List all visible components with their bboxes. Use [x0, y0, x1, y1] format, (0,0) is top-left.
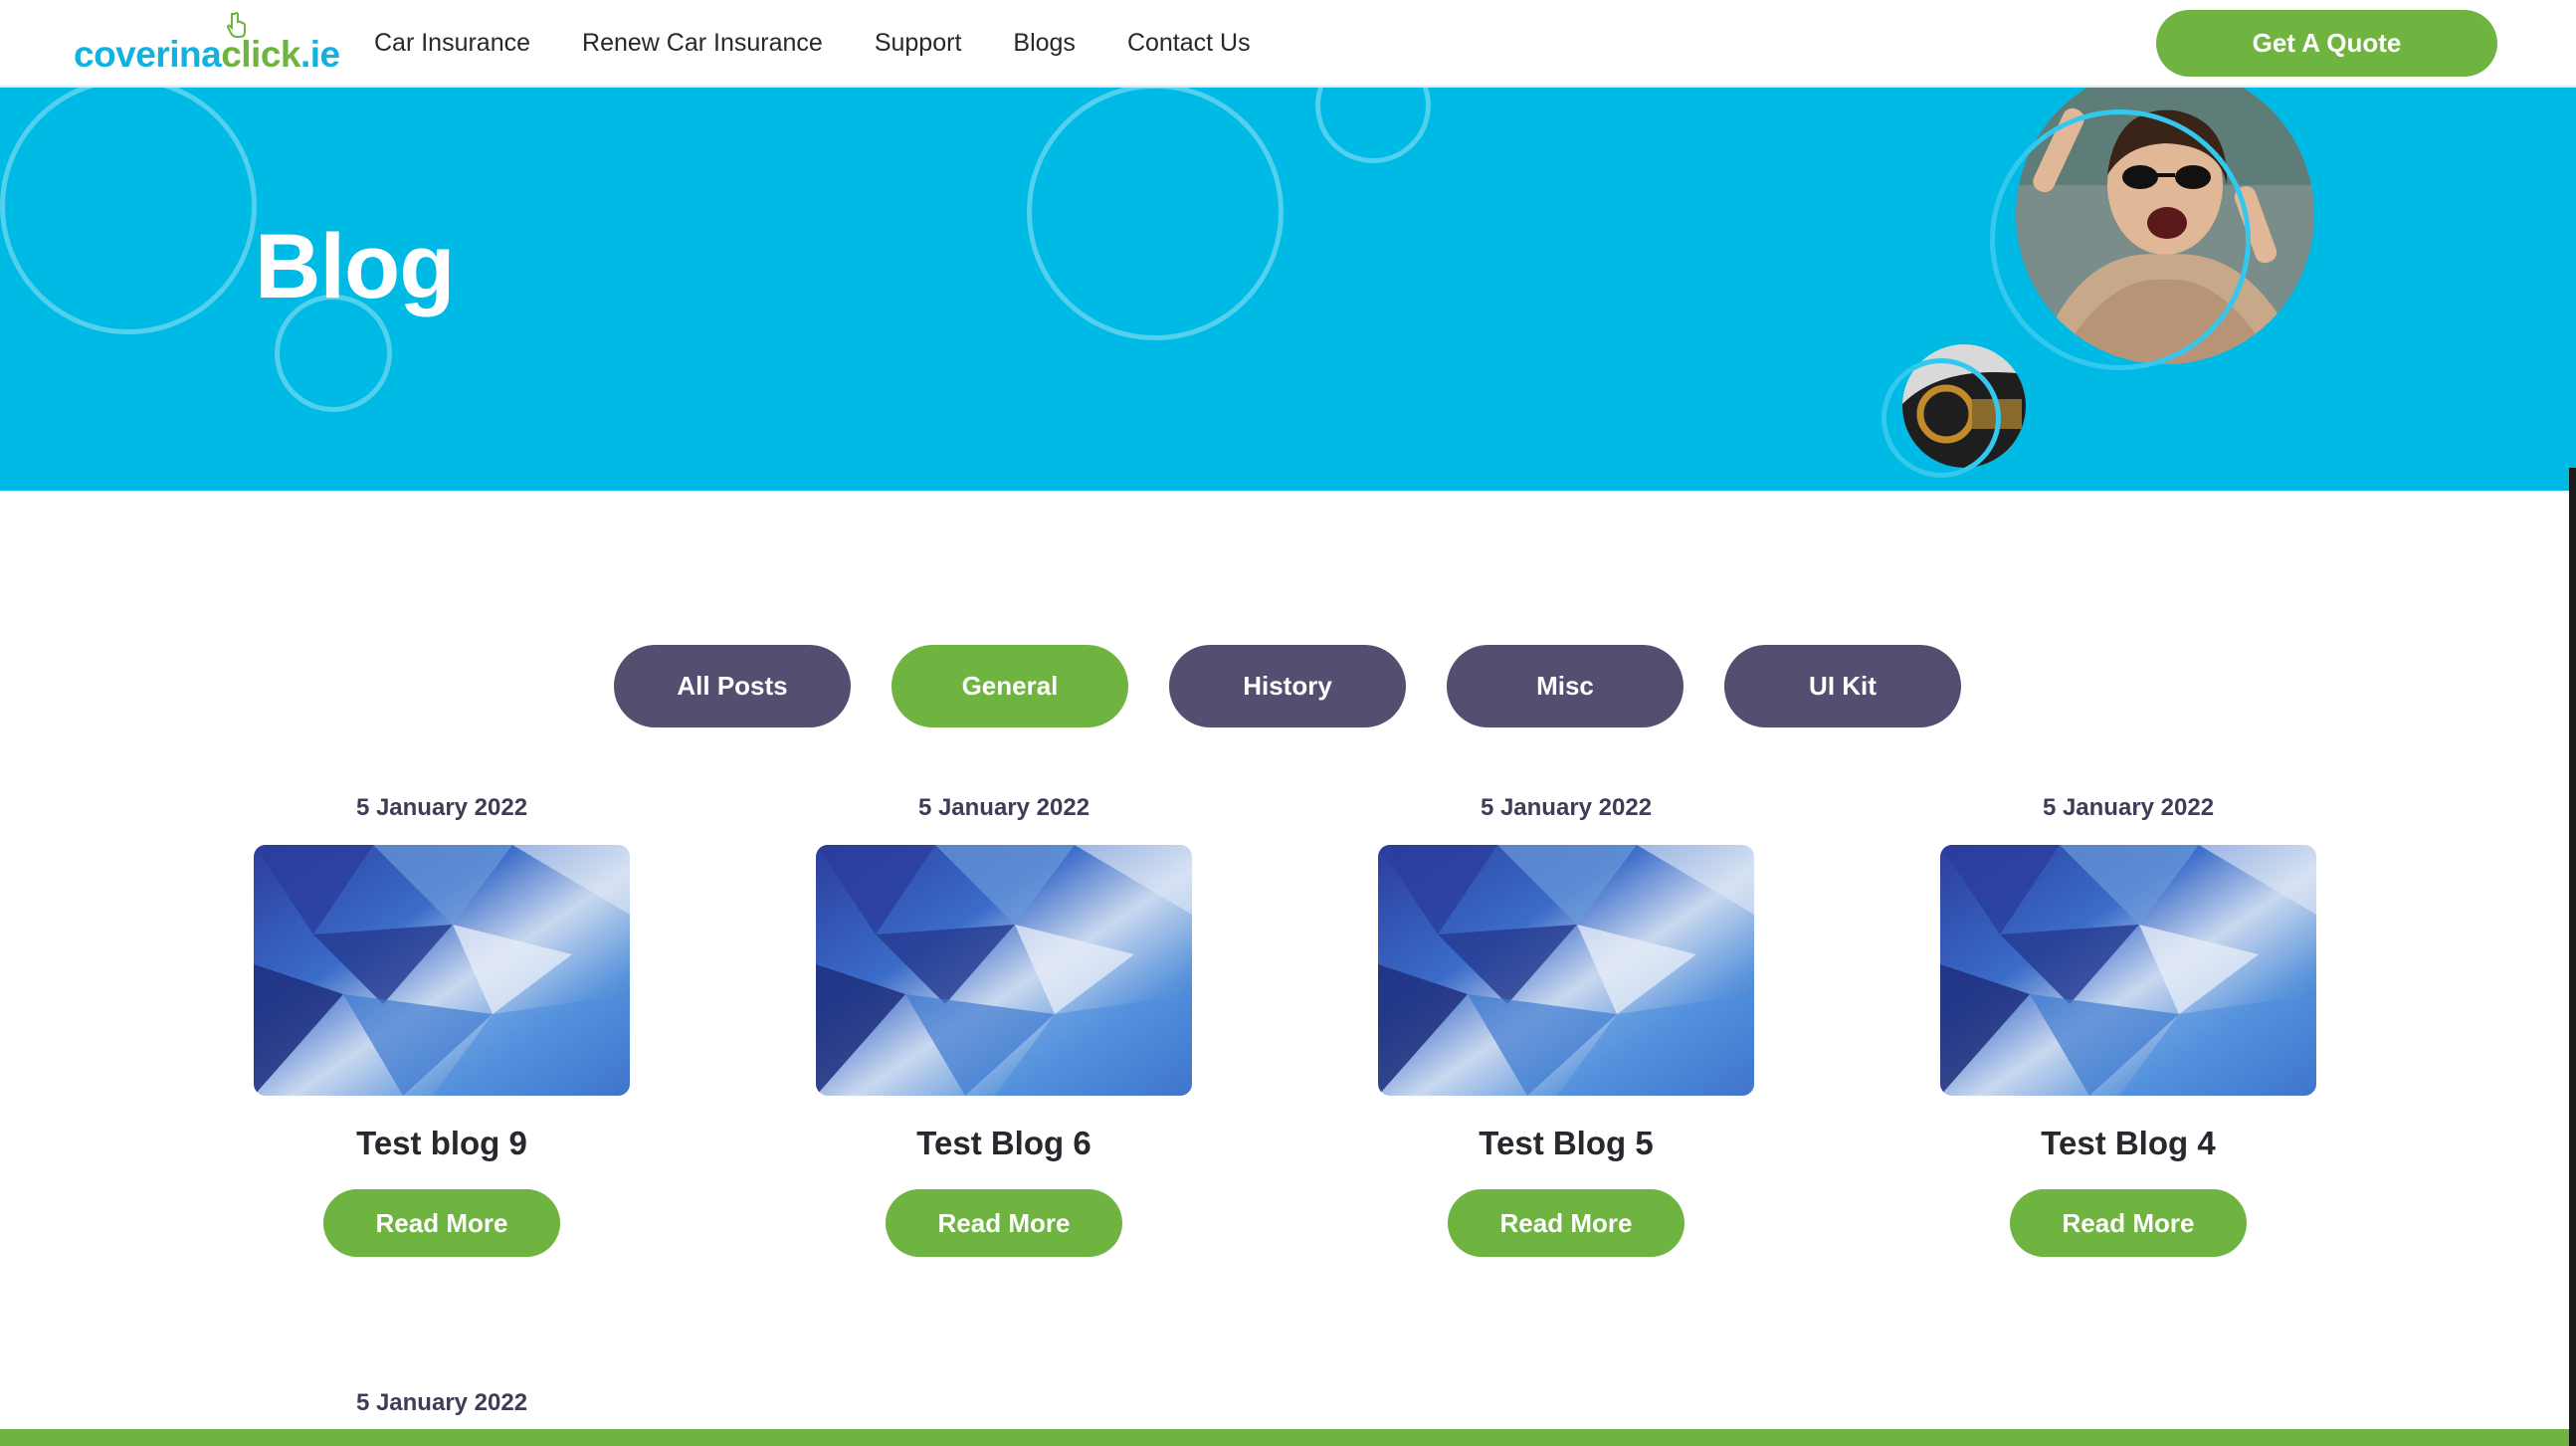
filter-all-posts[interactable]: All Posts [614, 645, 851, 727]
logo-text-coverina: coverina [74, 34, 222, 75]
post-title[interactable]: Test Blog 5 [1377, 1120, 1755, 1167]
blog-post-card: 5 January 2022 Test Blog 4 Read More [1939, 791, 2317, 1257]
logo-text-click: click [221, 34, 300, 75]
nav-link-contact-us[interactable]: Contact Us [1127, 29, 1251, 58]
category-filters: All Posts General History Misc UI Kit [614, 645, 1961, 727]
post-date: 5 January 2022 [355, 794, 528, 821]
logo-text-domain: .ie [300, 34, 340, 75]
scrollbar-edge [2569, 468, 2576, 1446]
top-navbar: coverina click .ie Car Insurance Renew Car… [0, 0, 2576, 88]
post-thumbnail[interactable] [254, 845, 630, 1096]
post-title[interactable]: Test Blog 4 [1939, 1120, 2317, 1167]
page-title: Blog [255, 216, 455, 317]
post-thumbnail[interactable] [816, 845, 1192, 1096]
blog-hero-banner: Blog [0, 88, 2576, 491]
filter-ui-kit[interactable]: UI Kit [1724, 645, 1961, 727]
nav-link-car-insurance[interactable]: Car Insurance [374, 29, 530, 58]
filter-general[interactable]: General [892, 645, 1128, 727]
nav-link-support[interactable]: Support [875, 29, 962, 58]
post-title[interactable]: Test blog 9 [253, 1120, 631, 1167]
post-date: 5 January 2022 [355, 1389, 528, 1416]
post-thumbnail[interactable] [1378, 845, 1754, 1096]
decorative-ring [0, 88, 257, 334]
decorative-ring [1990, 109, 2251, 370]
blog-post-card: 5 January 2022 Test blog 9 Read More [253, 791, 631, 1257]
post-date: 5 January 2022 [2042, 794, 2215, 821]
nav-link-renew-car-insurance[interactable]: Renew Car Insurance [582, 29, 823, 58]
post-date: 5 January 2022 [1480, 794, 1653, 821]
main-nav: Car Insurance Renew Car Insurance Suppor… [374, 0, 1251, 86]
hand-cursor-icon [227, 12, 246, 38]
filter-history[interactable]: History [1169, 645, 1406, 727]
read-more-button[interactable]: Read More [323, 1189, 560, 1257]
decorative-ring [1027, 88, 1284, 340]
blog-post-card: 5 January 2022 Test Blog 5 Read More [1377, 791, 1755, 1257]
post-date: 5 January 2022 [917, 794, 1090, 821]
read-more-button[interactable]: Read More [886, 1189, 1122, 1257]
blog-post-card: 5 January 2022 Test Blog 6 Read More [815, 791, 1193, 1257]
site-logo[interactable]: coverina click .ie [74, 12, 340, 76]
footer-accent-bar [0, 1429, 2576, 1446]
nav-link-blogs[interactable]: Blogs [1013, 29, 1076, 58]
read-more-button[interactable]: Read More [2010, 1189, 2247, 1257]
get-a-quote-button[interactable]: Get A Quote [2156, 10, 2497, 77]
decorative-ring [1315, 88, 1431, 163]
decorative-ring [1882, 358, 2001, 478]
filter-misc[interactable]: Misc [1447, 645, 1684, 727]
post-thumbnail[interactable] [1940, 845, 2316, 1096]
post-title[interactable]: Test Blog 6 [815, 1120, 1193, 1167]
read-more-button[interactable]: Read More [1448, 1189, 1684, 1257]
